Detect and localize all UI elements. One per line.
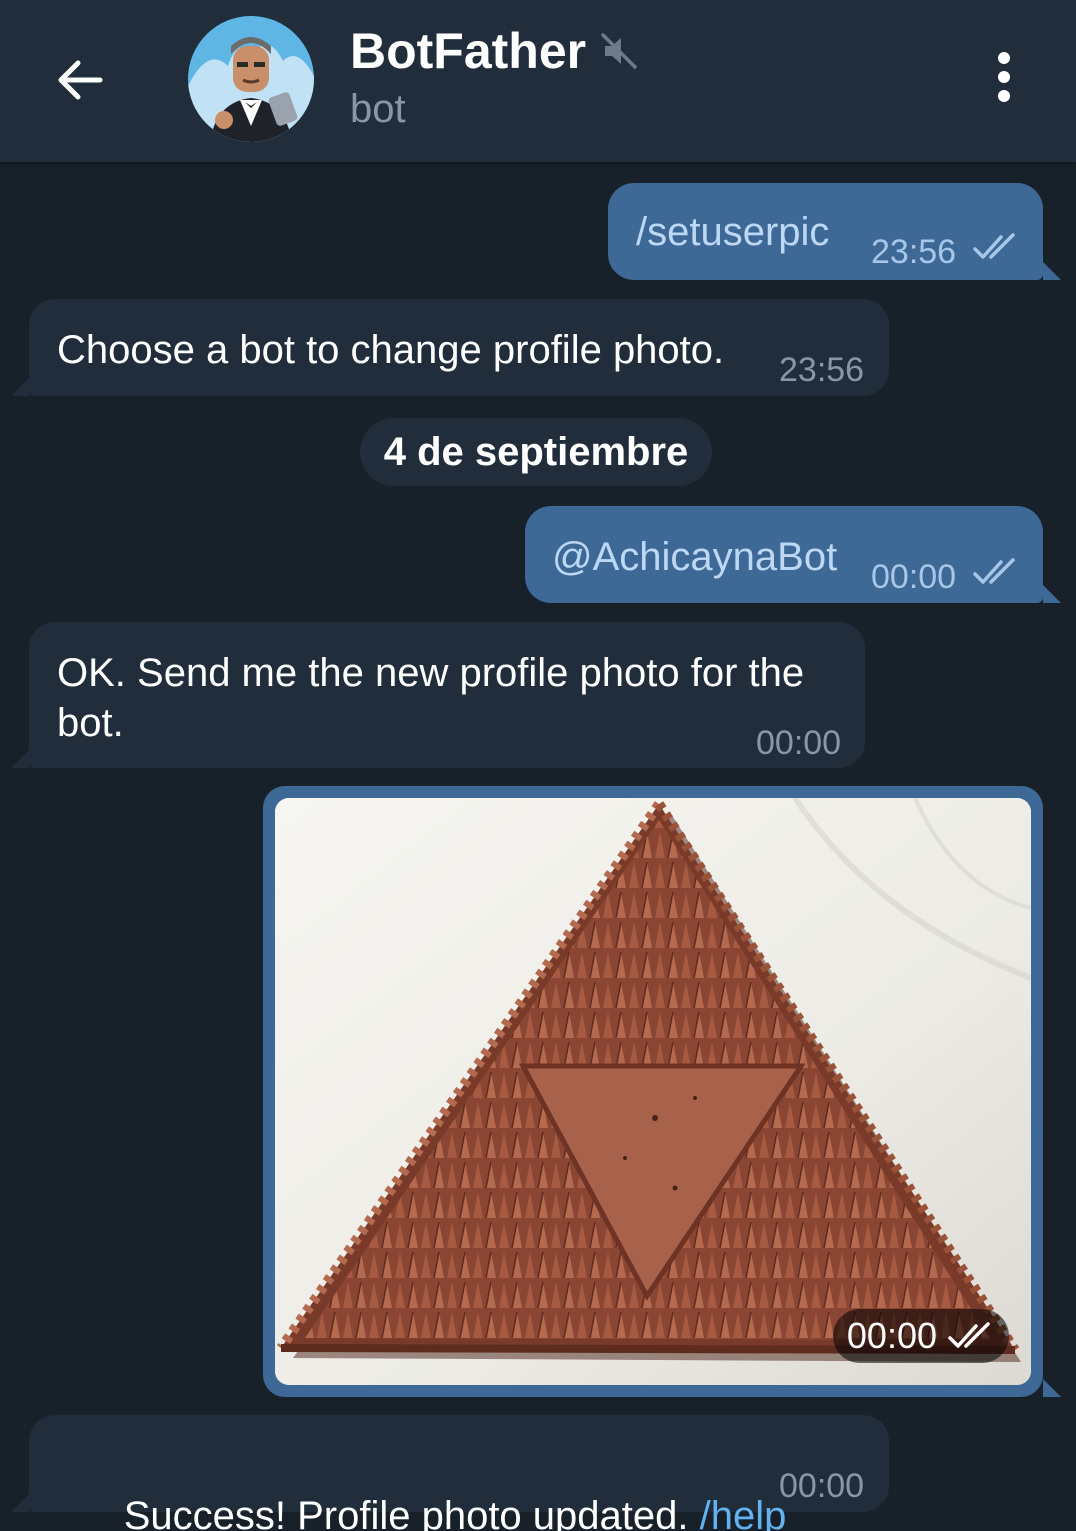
message-incoming[interactable]: Choose a bot to change profile photo. 23… xyxy=(11,299,889,396)
message-incoming[interactable]: Success! Profile photo updated. /help 00… xyxy=(11,1415,889,1531)
message-text[interactable]: /setuserpic xyxy=(636,207,829,257)
photo-attachment[interactable]: 00:00 xyxy=(275,798,1031,1385)
botfather-avatar xyxy=(188,16,314,142)
chat-screen: BotFather bot /setuserpic 23:56 Choose a… xyxy=(0,0,1076,1531)
message-outgoing[interactable]: /setuserpic 23:56 xyxy=(608,183,1061,280)
chat-subtitle: bot xyxy=(350,87,406,131)
message-outgoing[interactable]: @AchicaynaBot 00:00 xyxy=(525,506,1061,603)
help-command-link[interactable]: /help xyxy=(700,1494,787,1531)
chat-title: BotFather xyxy=(350,23,587,79)
double-check-icon xyxy=(948,1322,990,1348)
message-text-wrap: Success! Profile photo updated. /help xyxy=(57,1441,787,1531)
chat-header: BotFather bot xyxy=(0,0,1076,162)
message-time: 23:56 xyxy=(779,351,865,389)
arrow-left-icon xyxy=(58,60,103,100)
triforce-photo-image xyxy=(275,798,1031,1385)
message-outgoing-photo[interactable]: 00:00 xyxy=(263,786,1061,1397)
message-text-continued[interactable]: bot. xyxy=(57,698,124,748)
more-options-button[interactable] xyxy=(982,44,1026,110)
chat-title-block[interactable]: BotFather bot xyxy=(350,22,639,134)
message-text[interactable]: @AchicaynaBot xyxy=(552,532,837,582)
message-time: 00:00 xyxy=(779,1467,865,1505)
avatar[interactable] xyxy=(188,16,314,142)
double-check-icon xyxy=(973,558,1015,584)
date-separator: 4 de septiembre xyxy=(360,418,712,486)
message-time: 00:00 xyxy=(846,1315,937,1356)
back-button[interactable] xyxy=(44,44,116,116)
message-text[interactable]: Success! Profile photo updated. xyxy=(124,1494,700,1531)
message-time: 00:00 xyxy=(871,558,957,596)
photo-time-badge: 00:00 xyxy=(832,1309,1009,1363)
double-check-icon xyxy=(973,233,1015,259)
message-text[interactable]: Choose a bot to change profile photo. xyxy=(57,325,724,375)
message-time: 23:56 xyxy=(871,233,957,271)
message-time: 00:00 xyxy=(756,724,842,762)
message-incoming[interactable]: OK. Send me the new profile photo for th… xyxy=(11,622,865,768)
muted-speaker-icon xyxy=(600,33,637,69)
more-vertical-icon xyxy=(998,52,1010,64)
message-text[interactable]: OK. Send me the new profile photo for th… xyxy=(57,648,804,698)
